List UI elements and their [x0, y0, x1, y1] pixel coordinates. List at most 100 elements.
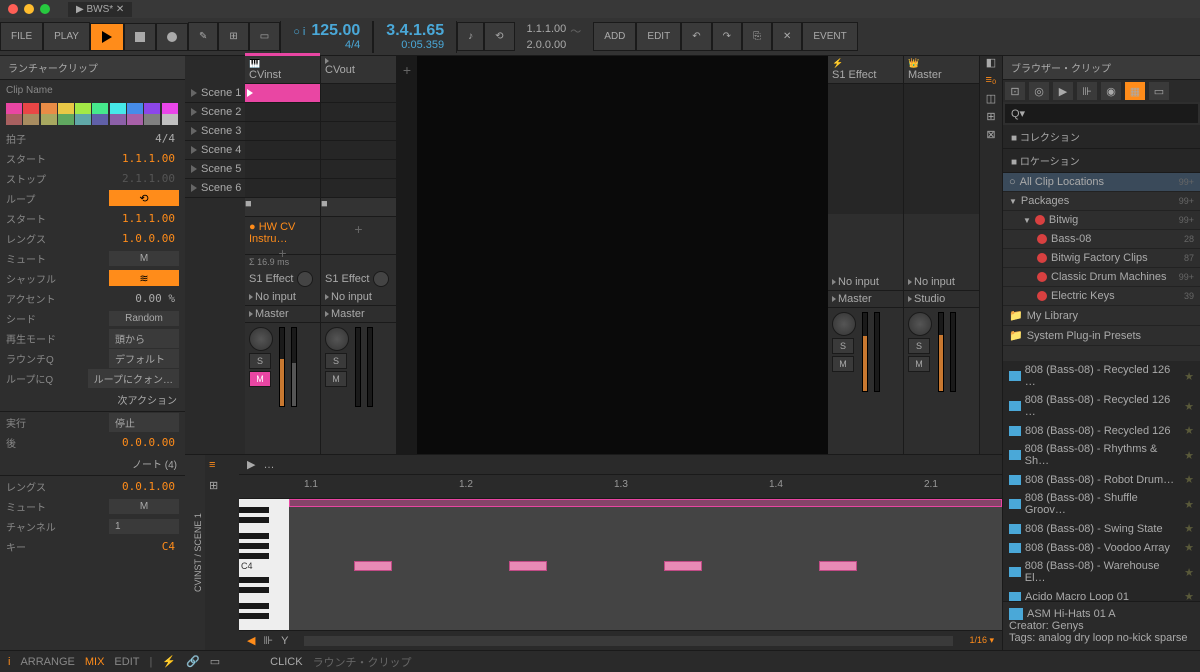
clip-result-item[interactable]: 808 (Bass-08) - Warehouse El…★ — [1003, 557, 1200, 587]
mute-button[interactable]: M — [832, 356, 854, 372]
lstart-value[interactable]: 1.1.1.00 — [118, 211, 179, 226]
tree-item[interactable]: ▼Packages99+ — [1003, 192, 1200, 211]
toggle-icon[interactable]: ◧ — [980, 56, 1002, 74]
color-swatch[interactable] — [127, 114, 143, 125]
loop-start[interactable]: 1.1.1.00 — [527, 23, 567, 39]
search-input[interactable]: Q▾ — [1005, 104, 1198, 123]
arrange-view-button[interactable]: ARRANGE — [20, 656, 74, 668]
device-chain[interactable]: + — [321, 217, 396, 255]
fx-send[interactable]: S1 Effect — [321, 269, 396, 289]
master-input[interactable]: No input — [904, 274, 979, 291]
select-tool-icon[interactable]: … — [263, 459, 274, 471]
info-icon[interactable]: i — [8, 656, 10, 668]
record-button[interactable] — [156, 23, 188, 51]
playmode-select[interactable]: 頭から — [109, 329, 179, 348]
pan-knob[interactable] — [832, 312, 856, 336]
clip-result-item[interactable]: 808 (Bass-08) - Voodoo Array★ — [1003, 538, 1200, 557]
stop-clip-slot[interactable]: ■ — [245, 198, 320, 217]
min-dot[interactable] — [24, 4, 34, 14]
tree-item[interactable]: ▼Bitwig99+ — [1003, 211, 1200, 230]
star-icon[interactable]: ★ — [1184, 522, 1194, 535]
clip-slot[interactable] — [245, 179, 320, 198]
loop-region[interactable] — [289, 499, 1002, 507]
status-icon[interactable]: ▭ — [210, 655, 220, 668]
color-swatch[interactable] — [58, 114, 74, 125]
midi-note[interactable] — [664, 561, 702, 571]
color-swatch[interactable] — [162, 114, 178, 125]
piano-keys[interactable]: C4 — [239, 499, 289, 630]
color-swatch[interactable] — [110, 103, 126, 114]
clip-result-item[interactable]: 808 (Bass-08) - Robot Drum…★ — [1003, 470, 1200, 489]
browser-tab-icon[interactable]: ⊪ — [1077, 82, 1097, 100]
edit-button[interactable]: EDIT — [636, 22, 681, 51]
shuffle-toggle[interactable]: ≋ — [109, 270, 179, 286]
stop-value[interactable]: 2.1.1.00 — [118, 171, 179, 186]
color-swatch[interactable] — [58, 103, 74, 114]
star-icon[interactable]: ★ — [1184, 449, 1194, 462]
solo-button[interactable]: S — [832, 338, 854, 354]
clip-slot[interactable] — [321, 122, 396, 141]
star-icon[interactable]: ★ — [1184, 473, 1194, 486]
clip-result-item[interactable]: 808 (Bass-08) - Recycled 126 …★ — [1003, 391, 1200, 421]
track-header-cvout[interactable]: CVout — [321, 56, 396, 84]
after-value[interactable]: 0.0.0.00 — [118, 435, 179, 450]
color-swatch[interactable] — [41, 103, 57, 114]
star-icon[interactable]: ★ — [1184, 566, 1194, 579]
pan-knob[interactable] — [908, 312, 932, 336]
mute-button[interactable]: M — [908, 356, 930, 372]
fold-icon[interactable]: ◀ — [247, 634, 255, 647]
clip-slot[interactable] — [245, 160, 320, 179]
time-sig[interactable]: 4/4 — [293, 39, 360, 51]
loop-length[interactable]: 2.0.0.00 — [527, 39, 567, 51]
send-knob[interactable] — [297, 271, 313, 287]
track-input[interactable]: No input — [321, 289, 396, 306]
start-value[interactable]: 1.1.1.00 — [118, 151, 179, 166]
stop-button[interactable] — [124, 23, 156, 51]
zoom-display[interactable]: 1/16 ▾ — [969, 635, 994, 646]
tree-item[interactable]: ○All Clip Locations99+ — [1003, 173, 1200, 192]
clip-slot[interactable] — [245, 141, 320, 160]
clip-slot[interactable] — [321, 141, 396, 160]
scene-row[interactable]: Scene 4 — [185, 141, 245, 160]
midi-note[interactable] — [509, 561, 547, 571]
level-fader[interactable] — [950, 312, 956, 392]
star-icon[interactable]: ★ — [1184, 424, 1194, 437]
fx-input[interactable]: No input — [828, 274, 903, 291]
tree-item[interactable]: Bass-0828 — [1003, 230, 1200, 249]
max-dot[interactable] — [40, 4, 50, 14]
h-scrollbar[interactable] — [304, 636, 953, 646]
scene-row[interactable]: Scene 5 — [185, 160, 245, 179]
stop-clip-slot[interactable]: ■ — [321, 198, 396, 217]
midi-note[interactable] — [819, 561, 857, 571]
browser-tab-icon[interactable]: ▭ — [1149, 82, 1169, 100]
event-button[interactable]: EVENT — [802, 22, 857, 51]
llen-value[interactable]: 1.0.0.00 — [118, 231, 179, 246]
tempo-value[interactable]: 125.00 — [311, 23, 360, 39]
metronome-button[interactable]: ♪ — [457, 22, 484, 51]
nmute-button[interactable]: M — [109, 499, 179, 514]
color-swatch[interactable] — [162, 103, 178, 114]
star-icon[interactable]: ★ — [1184, 370, 1194, 383]
copy-button[interactable]: ⎘ — [742, 22, 772, 51]
location-header[interactable]: ■ ロケーション — [1003, 149, 1200, 173]
mute-button-active[interactable]: M — [249, 371, 271, 387]
key-value[interactable]: C4 — [119, 539, 179, 554]
add-track-button[interactable]: + — [397, 56, 417, 84]
mix-view-button[interactable]: MIX — [85, 656, 105, 668]
grid-tool-icon[interactable]: ≡ — [209, 459, 235, 479]
tree-item[interactable]: 📁System Plug-in Presets — [1003, 326, 1200, 346]
clip-result-item[interactable]: 808 (Bass-08) - Recycled 126★ — [1003, 421, 1200, 440]
pan-knob[interactable] — [249, 327, 273, 351]
pointer-tool-icon[interactable]: ▶ — [247, 458, 255, 471]
level-fader[interactable] — [291, 327, 297, 407]
color-swatch[interactable] — [127, 103, 143, 114]
redo-button[interactable]: ↷ — [712, 22, 742, 51]
close-dot[interactable] — [8, 4, 18, 14]
color-swatch[interactable] — [92, 114, 108, 125]
edit-view-button[interactable]: EDIT — [114, 656, 139, 668]
clip-launcher-button[interactable]: ▭ — [249, 22, 280, 51]
status-icon[interactable]: ⚡ — [162, 655, 176, 668]
color-swatch[interactable] — [92, 103, 108, 114]
song-position[interactable]: 3.4.1.65 — [386, 23, 444, 39]
browser-tab-icon[interactable]: ⊡ — [1005, 82, 1025, 100]
